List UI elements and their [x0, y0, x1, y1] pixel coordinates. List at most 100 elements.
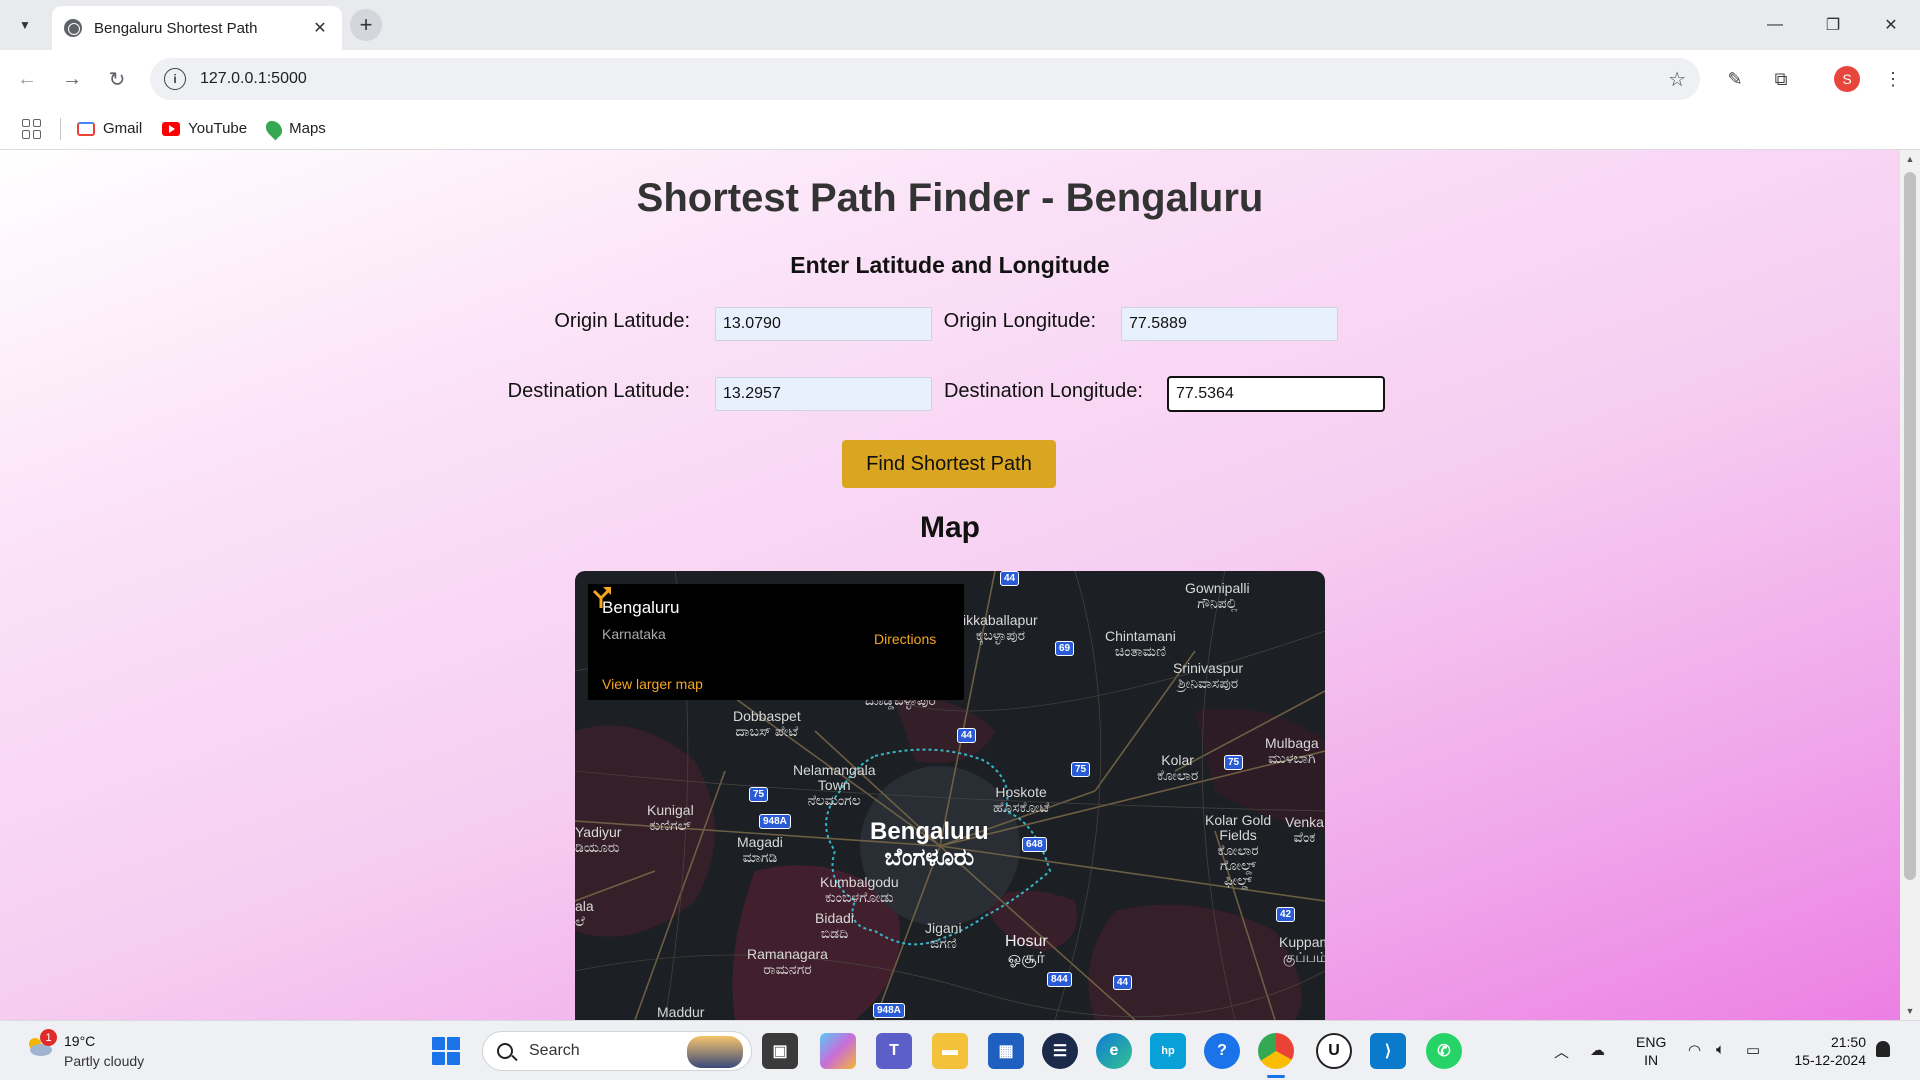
map-label-yadiyur: Yadiyur ಡಿಯೂರು: [575, 824, 622, 855]
clock-date: 15-12-2024: [1794, 1052, 1866, 1068]
minimize-icon[interactable]: —: [1746, 0, 1804, 50]
map-label-maddur: Maddur: [657, 1004, 705, 1020]
address-bar[interactable]: i 127.0.0.1:5000 ☆: [150, 58, 1700, 100]
new-tab-button[interactable]: +: [350, 9, 382, 41]
pen-icon[interactable]: ✎: [1720, 64, 1750, 94]
get-help-icon[interactable]: ?: [1204, 1033, 1240, 1069]
search-icon: [497, 1043, 513, 1059]
map-label-bidadi: Bidadi ಬಿಡದಿ: [815, 910, 854, 941]
show-hidden-icons-chevron-icon[interactable]: ︿: [1554, 1041, 1569, 1062]
bookmark-star-icon[interactable]: ☆: [1668, 67, 1686, 92]
onedrive-cloud-icon[interactable]: ☁: [1590, 1041, 1605, 1059]
volume-icon[interactable]: 🔈︎: [1716, 1041, 1725, 1058]
u-app-icon[interactable]: U: [1316, 1033, 1352, 1069]
url-text[interactable]: 127.0.0.1:5000: [200, 70, 1668, 88]
youtube-icon: [162, 121, 181, 136]
bookmark-label: YouTube: [188, 120, 248, 137]
place-info-card: Bengaluru Karnataka View larger map Dire…: [588, 584, 964, 700]
map-label-chintamani: Chintamani ಚಿಂತಾಮಣಿ: [1105, 628, 1176, 659]
highway-shield: 42: [1276, 907, 1296, 922]
map-label-kuppam: Kuppamகுப்பம்: [1279, 934, 1325, 965]
bookmark-separator: [60, 117, 61, 140]
page-scrollbar[interactable]: ▲ ▼: [1900, 150, 1920, 1020]
origin-longitude-input[interactable]: [1121, 307, 1338, 341]
map-label-ramanagara: Ramanagara ರಾಮನಗರ: [747, 946, 828, 977]
bookmark-youtube[interactable]: YouTube: [162, 120, 247, 137]
view-larger-map-link[interactable]: View larger map: [602, 676, 703, 692]
highway-shield: 948A: [759, 814, 791, 829]
directions-icon[interactable]: [588, 584, 614, 610]
apps-grid-icon[interactable]: [22, 118, 42, 139]
weather-description[interactable]: Partly cloudy: [64, 1053, 144, 1069]
map-label-nelamangala: Nelamangala Town ನೆಲಮಂಗಲ: [793, 762, 876, 808]
close-tab-icon[interactable]: ✕: [310, 18, 330, 38]
chrome-icon[interactable]: [1258, 1033, 1294, 1069]
origin-latitude-input[interactable]: [715, 307, 932, 341]
profile-avatar[interactable]: S: [1834, 66, 1860, 92]
search-highlight-image: [687, 1036, 743, 1068]
reload-icon[interactable]: ↻: [102, 64, 132, 94]
back-arrow-icon[interactable]: ←: [12, 64, 42, 94]
forward-arrow-icon[interactable]: →: [57, 64, 87, 94]
embedded-map[interactable]: Gownipalli ಗೌನಿಪಲ್ಲಿ ikkaballapur ಕ್ಕಬಳ್ಳಾ…: [575, 571, 1325, 1020]
bookmark-maps[interactable]: Maps: [262, 117, 326, 140]
map-label-chikkaballapur: ikkaballapur ಕ್ಕಬಳ್ಳಾಪುರ: [963, 612, 1038, 643]
map-label-kunigal: Kunigal ಕುಣಿಗಲ್: [647, 802, 694, 833]
destination-longitude-label: Destination Longitude:: [943, 380, 1143, 402]
whatsapp-icon[interactable]: ✆: [1426, 1033, 1462, 1069]
notification-bell-icon[interactable]: [1876, 1041, 1890, 1057]
windows-start-icon[interactable]: [432, 1037, 460, 1065]
directions-link[interactable]: Directions: [874, 631, 936, 647]
find-shortest-path-button[interactable]: Find Shortest Path: [842, 440, 1056, 488]
map-label-gownipalli: Gownipalli ಗೌನಿಪಲ್ಲಿ: [1185, 580, 1250, 611]
bookmark-label: Maps: [289, 120, 326, 137]
bookmark-label: Gmail: [103, 120, 143, 137]
wifi-icon[interactable]: ◠: [1688, 1041, 1701, 1059]
battery-icon[interactable]: ▭: [1746, 1041, 1760, 1059]
bookmarks-bar: Gmail YouTube Maps: [0, 108, 1920, 150]
map-label-dobbaspet: Dobbaspet ದಾಬಸ್ ಪೇಟೆ: [733, 708, 801, 739]
active-tab[interactable]: Bengaluru Shortest Path ✕: [52, 6, 342, 50]
bookmark-gmail[interactable]: Gmail: [77, 120, 142, 137]
map-heading: Map: [920, 511, 980, 544]
clock-time: 21:50: [1830, 1034, 1866, 1050]
microsoft-store-icon[interactable]: ▦: [988, 1033, 1024, 1069]
close-window-icon[interactable]: ✕: [1862, 0, 1920, 50]
site-info-icon[interactable]: i: [164, 68, 186, 90]
extensions-puzzle-icon[interactable]: ⧉: [1766, 64, 1796, 94]
copilot-icon[interactable]: [820, 1033, 856, 1069]
destination-longitude-input[interactable]: [1167, 376, 1385, 412]
map-label-magadi: Magadi ಮಾಗಡಿ: [737, 834, 783, 865]
form-subtitle: Enter Latitude and Longitude: [790, 252, 1110, 278]
origin-latitude-label: Origin Latitude:: [554, 310, 690, 332]
language-indicator[interactable]: ENG IN: [1636, 1033, 1666, 1069]
tab-title: Bengaluru Shortest Path: [94, 19, 258, 37]
taskbar-search[interactable]: Search: [482, 1031, 752, 1071]
scroll-down-arrow-icon[interactable]: ▼: [1904, 1006, 1916, 1016]
destination-latitude-input[interactable]: [715, 377, 932, 411]
search-placeholder: Search: [529, 1042, 580, 1059]
edge-icon[interactable]: e: [1096, 1033, 1132, 1069]
map-label-kumbalgodu: Kumbalgodu ಕುಂಬಳಗೋಡು: [820, 874, 899, 905]
weather-temperature[interactable]: 19°C: [64, 1033, 95, 1049]
globe-icon: [64, 19, 82, 37]
page-title: Shortest Path Finder - Bengaluru: [636, 176, 1264, 220]
tab-strip: ▼ Bengaluru Shortest Path ✕ + — ❐ ✕: [0, 0, 1920, 50]
window-controls: — ❐ ✕: [1746, 0, 1920, 50]
restore-icon[interactable]: ❐: [1804, 0, 1862, 50]
map-label-kala: ala ಲೆ: [575, 898, 594, 929]
highway-shield: 948A: [873, 1003, 905, 1018]
highway-shield: 844: [1047, 972, 1072, 987]
file-explorer-icon[interactable]: ▬: [932, 1033, 968, 1069]
task-view-icon[interactable]: ▣: [762, 1033, 798, 1069]
clock[interactable]: 21:50 15-12-2024: [1776, 1033, 1866, 1069]
scroll-up-arrow-icon[interactable]: ▲: [1904, 154, 1916, 164]
teams-icon[interactable]: T: [876, 1033, 912, 1069]
highway-shield: 44: [1113, 975, 1133, 990]
vscode-icon[interactable]: ⟩: [1370, 1033, 1406, 1069]
app-launcher-icon[interactable]: ☰: [1042, 1033, 1078, 1069]
tab-search-chevron-icon[interactable]: ▼: [12, 12, 38, 38]
scroll-thumb[interactable]: [1904, 172, 1916, 880]
myhp-icon[interactable]: hp: [1150, 1033, 1186, 1069]
more-menu-icon[interactable]: ⋮: [1878, 64, 1908, 94]
